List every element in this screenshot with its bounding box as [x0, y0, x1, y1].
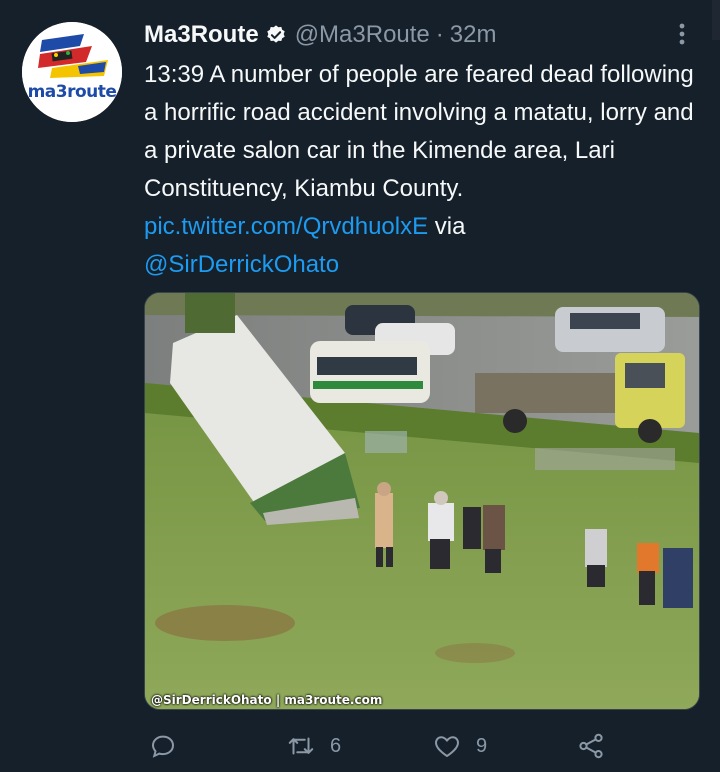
tweet[interactable]: ma3route Ma3Route @Ma3Route · 32m 13:39 … — [0, 0, 720, 772]
like-count: 9 — [476, 734, 488, 757]
reply-button[interactable] — [148, 728, 178, 764]
retweet-icon — [288, 737, 314, 755]
tweet-body: 13:39 A number of people are feared dead… — [144, 61, 694, 202]
separator-dot: · — [435, 21, 444, 48]
avatar[interactable]: ma3route — [22, 22, 122, 122]
reply-icon — [151, 735, 175, 758]
accident-scene-photo-icon — [145, 293, 699, 709]
tweet-media-photo[interactable]: @SirDerrickOhato | ma3route.com — [144, 292, 700, 710]
like-button[interactable]: 9 — [432, 728, 487, 764]
via-text: via — [428, 213, 466, 240]
verified-badge-icon — [265, 24, 287, 46]
scrollbar[interactable] — [712, 0, 720, 40]
tweet-text: 13:39 A number of people are feared dead… — [144, 56, 704, 284]
retweet-count: 6 — [330, 734, 342, 757]
photo-watermark: @SirDerrickOhato | ma3route.com — [151, 693, 383, 707]
share-button[interactable] — [576, 728, 606, 764]
share-icon — [579, 733, 603, 759]
mention-link[interactable]: @SirDerrickOhato — [144, 251, 339, 278]
author-name[interactable]: Ma3Route — [144, 21, 259, 49]
pic-link[interactable]: pic.twitter.com/QrvdhuolxE — [144, 213, 428, 240]
tweet-actions: 6 9 — [148, 728, 618, 764]
tweet-time[interactable]: 32m — [450, 21, 497, 49]
heart-icon — [435, 736, 459, 757]
tweet-header: Ma3Route @Ma3Route · 32m — [144, 18, 496, 52]
retweet-button[interactable]: 6 — [286, 728, 341, 764]
brand-text: ma3route — [27, 82, 117, 102]
ma3route-logo-icon — [22, 22, 122, 122]
more-options-icon[interactable] — [668, 20, 696, 48]
author-handle[interactable]: @Ma3Route — [295, 21, 430, 49]
